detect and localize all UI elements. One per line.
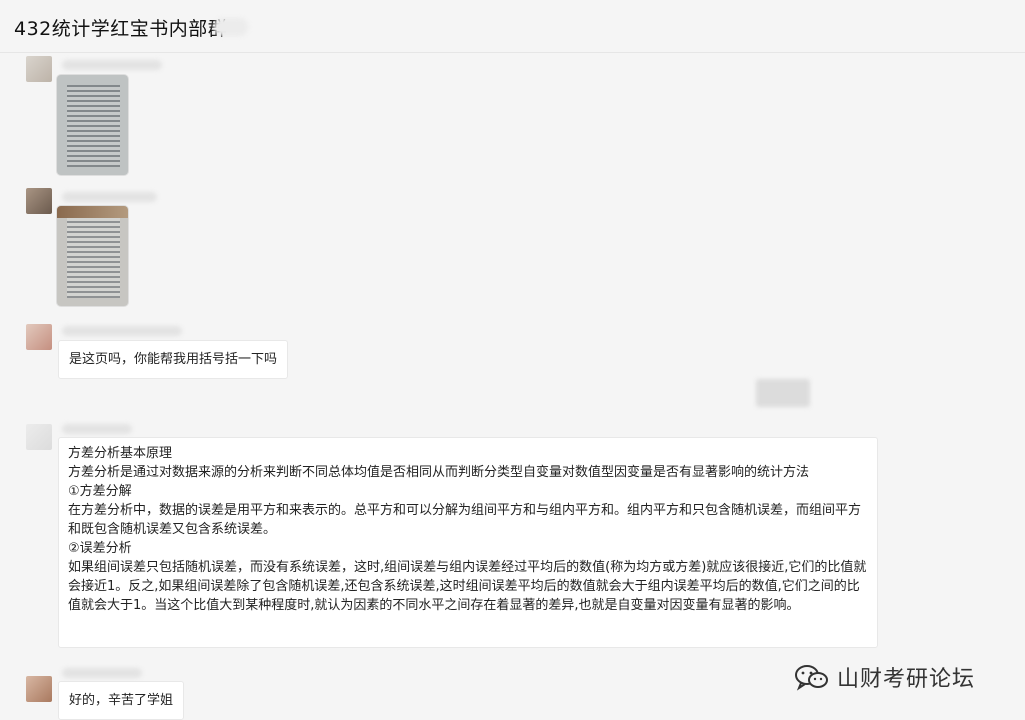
photo-page-content [67, 85, 120, 167]
message-subheading: ②误差分析 [68, 541, 132, 556]
image-message[interactable] [57, 206, 128, 306]
photo-page-content [67, 216, 120, 298]
message-paragraph: 方差分析是通过对数据来源的分析来判断不同总体均值是否相同从而判断分类型自变量对数… [68, 465, 810, 480]
message-heading: 方差分析基本原理 [68, 446, 173, 461]
avatar[interactable] [26, 324, 52, 350]
self-message-blurred[interactable] [756, 379, 810, 407]
message-bubble[interactable]: 好的，辛苦了学姐 [58, 681, 185, 720]
message-subheading: ①方差分解 [68, 484, 132, 499]
avatar[interactable] [26, 188, 52, 214]
chat-title: 432统计学红宝书内部群 [14, 18, 228, 40]
avatar[interactable] [26, 424, 52, 450]
message-text: 好的，辛苦了学姐 [69, 693, 174, 708]
message-bubble[interactable]: 是这页吗，你能帮我用括号括一下吗 [58, 340, 289, 379]
chat-header: 432统计学红宝书内部群 [0, 0, 1025, 53]
message-paragraph: 在方差分析中，数据的误差是用平方和来表示的。总平方和可以分解为组间平方和与组内平… [68, 503, 862, 537]
photo-top-edge [57, 206, 128, 218]
image-message[interactable] [57, 75, 128, 175]
message-bubble-long[interactable]: 方差分析基本原理 方差分析是通过对数据来源的分析来判断不同总体均值是否相同从而判… [58, 437, 878, 648]
message-text: 是这页吗，你能帮我用括号括一下吗 [69, 352, 278, 367]
sender-name-blurred [62, 192, 157, 202]
avatar[interactable] [26, 56, 52, 82]
wechat-icon [795, 665, 828, 691]
sender-name-blurred [62, 424, 132, 434]
sender-name-blurred [62, 668, 142, 678]
sender-name-blurred [62, 60, 162, 70]
avatar[interactable] [26, 676, 52, 702]
message-paragraph: 如果组间误差只包括随机误差，而没有系统误差，这时,组间误差与组内误差经过平均后的… [68, 560, 867, 613]
sender-name-blurred [62, 326, 182, 336]
watermark-text: 山财考研论坛 [837, 667, 976, 692]
title-member-count-blurred [214, 18, 248, 36]
watermark: 山财考研论坛 [793, 662, 975, 692]
